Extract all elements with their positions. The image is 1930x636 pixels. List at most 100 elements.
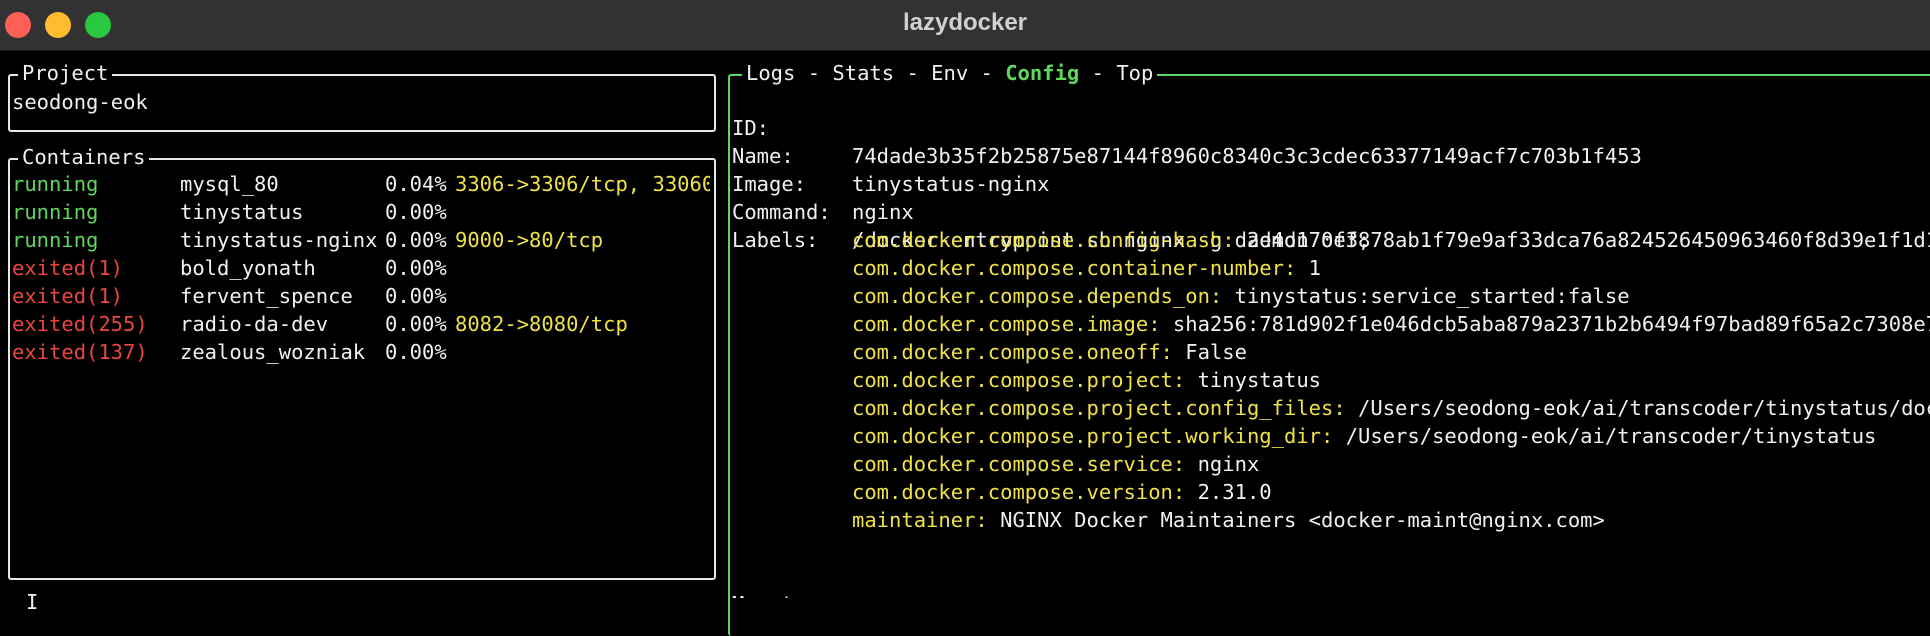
label-value: sha256:781d902f1e046dcb5aba879a2371b2b64… [1172,312,1930,336]
container-name: radio-da-dev [180,312,329,336]
config-image-row: Image: nginx [732,142,1930,224]
label-value: NGINX Docker Maintainers <docker-maint@n… [1000,508,1605,532]
label-row: com.docker.compose.version: 2.31.0 [732,478,1930,506]
tab-logs[interactable]: Logs [746,61,795,85]
label-key: com.docker.compose.container-number: [852,256,1297,280]
container-cpu: 0.00% [385,340,447,364]
config-labels-row: Labels: [732,198,1930,252]
project-panel-title: Project [18,60,113,86]
label-key: com.docker.compose.oneoff: [852,340,1173,364]
next-panel-peek: I [26,590,39,614]
container-row[interactable]: running tinystatus 0.00% [12,198,710,226]
tab-top[interactable]: Top [1116,61,1153,85]
label-row: com.docker.compose.service: nginx [732,450,1930,478]
label-row: com.docker.compose.project.working_dir: … [732,422,1930,450]
container-name: zealous_wozniak [180,340,366,364]
tab-separator: - [968,61,1006,85]
label-row: com.docker.compose.project: tinystatus [732,366,1930,394]
tab-separator: - [1079,61,1117,85]
label-entry: com.docker.compose.oneoff: False [852,338,1247,366]
label-key: com.docker.compose.config-hash: [852,228,1235,252]
container-row[interactable]: exited (137) zealous_wozniak 0.00% [12,338,710,366]
label-entry: maintainer: NGINX Docker Maintainers <do… [852,506,1605,534]
config-mounts-key: Mounts: [732,590,818,598]
label-value: /Users/seodong-eok/ai/transcoder/tinysta… [1345,424,1877,448]
tab-config[interactable]: Config [1005,61,1079,85]
container-exit-code: (1) [86,256,124,280]
project-name: seodong-eok [12,90,148,114]
label-entry: com.docker.compose.project: tinystatus [852,366,1321,394]
container-name: bold_yonath [180,256,316,280]
container-status: running [12,172,99,196]
container-name: tinystatus-nginx [180,228,378,252]
label-entry: com.docker.compose.version: 2.31.0 [852,478,1272,506]
label-key: com.docker.compose.image: [852,312,1161,336]
container-ports: 8082->8080/tcp [455,312,628,336]
label-key: com.docker.compose.project.config_files: [852,396,1346,420]
label-key: com.docker.compose.project.working_dir: [852,424,1334,448]
label-value: /Users/seodong-eok/ai/transcoder/tinysta… [1358,396,1930,420]
container-list: running mysql_80 0.04% 3306->3306/tcp, 3306… [12,170,710,534]
label-row: com.docker.compose.image: sha256:781d902… [732,310,1930,338]
labels-list: com.docker.compose.config-hash: 2d4d170e… [732,226,1930,534]
label-row: com.docker.compose.container-number: 1 [732,254,1930,282]
container-exit-code: (255) [86,312,148,336]
main-panel-tabs: Logs - Stats - Env - Config - Top [742,60,1158,86]
config-blank-row [732,534,1930,562]
label-row: com.docker.compose.project.config_files:… [732,394,1930,422]
container-row[interactable]: exited (1) bold_yonath 0.00% [12,254,710,282]
container-name: mysql_80 [180,172,279,196]
tab-env[interactable]: Env [931,61,968,85]
container-name: tinystatus [180,200,304,224]
container-status: exited [12,256,87,280]
label-key: maintainer: [852,508,988,532]
config-view: ID: 74dade3b35f2b25875e87144f8960c8340c3… [732,86,1930,598]
tab-stats[interactable]: Stats [832,61,894,85]
label-key: com.docker.compose.version: [852,480,1186,504]
container-name: fervent_spence [180,284,353,308]
container-cpu: 0.00% [385,284,447,308]
window-titlebar: lazydocker [0,0,1930,51]
container-cpu: 0.04% [385,172,447,196]
container-cpu: 0.00% [385,312,447,336]
container-status: exited [12,312,87,336]
container-row[interactable]: running mysql_80 0.04% 3306->3306/tcp, 3306… [12,170,710,198]
label-value: 1 [1308,256,1322,280]
container-ports: 3306->3306/tcp, 33060 [455,172,710,196]
label-entry: com.docker.compose.project.config_files:… [852,394,1930,422]
container-exit-code: (1) [86,284,124,308]
label-entry: com.docker.compose.config-hash: 2d4d170e… [852,226,1930,254]
label-value: nginx [1197,452,1260,476]
label-value: 2.31.0 [1197,480,1272,504]
container-row[interactable]: exited (1) fervent_spence 0.00% [12,282,710,310]
container-ports: 9000->80/tcp [455,228,604,252]
tab-separator: - [894,61,932,85]
label-row: com.docker.compose.depends_on: tinystatu… [732,282,1930,310]
container-row[interactable]: exited (255) radio-da-dev 0.00% 8082->8080/t… [12,310,710,338]
tab-separator: - [795,61,833,85]
label-entry: com.docker.compose.service: nginx [852,450,1259,478]
containers-panel-title: Containers [18,144,150,170]
container-status: running [12,200,99,224]
container-cpu: 0.00% [385,256,447,280]
label-key: com.docker.compose.depends_on: [852,284,1223,308]
container-cpu: 0.00% [385,200,447,224]
project-panel[interactable]: Project seodong-eok [8,60,716,132]
container-row[interactable]: running tinystatus-nginx 0.00% 9000->80/tcp [12,226,710,254]
label-value: tinystatus [1197,368,1322,392]
label-key: com.docker.compose.service: [852,452,1186,476]
label-row: com.docker.compose.oneoff: False [732,338,1930,366]
label-entry: com.docker.compose.image: sha256:781d902… [852,310,1930,338]
config-mounts-row: Mounts: [732,562,1930,598]
label-value: False [1185,340,1247,364]
label-value: 2d4d170e3878ab1f79e9af33dca76a8245264509… [1246,228,1930,252]
label-entry: com.docker.compose.project.working_dir: … [852,422,1876,450]
container-exit-code: (137) [86,340,148,364]
label-entry: com.docker.compose.container-number: 1 [852,254,1321,282]
label-row: com.docker.compose.config-hash: 2d4d170e… [732,226,1930,254]
container-status: exited [12,284,87,308]
label-entry: com.docker.compose.depends_on: tinystatu… [852,282,1630,310]
container-status: exited [12,340,87,364]
window-title: lazydocker [902,9,1028,36]
label-key: com.docker.compose.project: [852,368,1186,392]
